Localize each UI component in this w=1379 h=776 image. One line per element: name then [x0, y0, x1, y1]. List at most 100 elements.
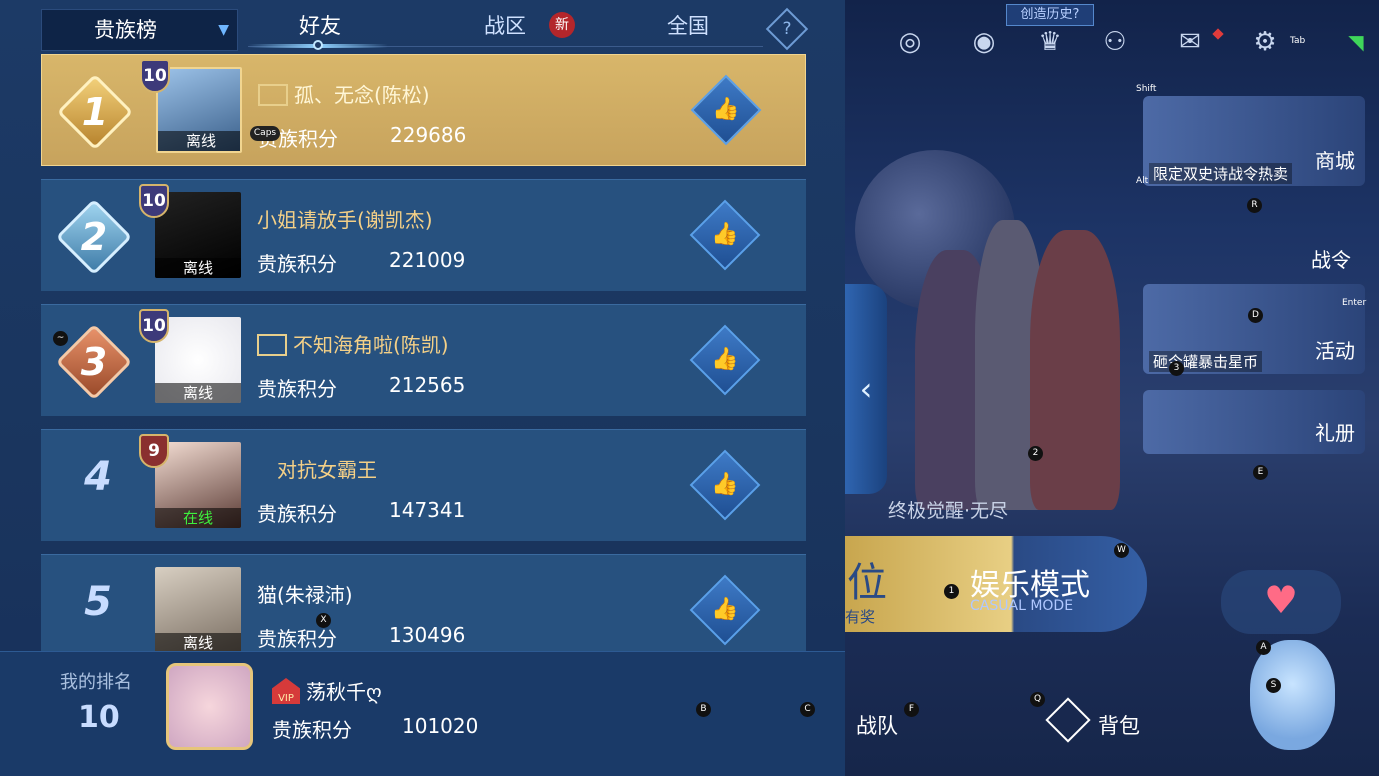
help-icon: ? — [782, 19, 792, 39]
casual-mode-en: CASUAL MODE — [970, 598, 1074, 614]
noble-level-badge: 10 — [133, 182, 175, 224]
team-button[interactable]: 战队 — [856, 710, 898, 740]
my-player-name: 荡秋千ღ — [306, 680, 382, 704]
banner-text: 终极觉醒·无尽 — [888, 500, 1009, 522]
rank-1-badge: 1 — [52, 69, 138, 155]
friends-icon[interactable]: ⚇ — [1095, 22, 1135, 62]
hotkey-hint: X — [316, 613, 331, 628]
hotkey-hint: W — [1114, 543, 1129, 558]
hotkey-hint: Shift — [1136, 84, 1157, 94]
leaderboard-row[interactable]: 5 离线 猫(朱禄沛) 贵族积分 130496 👍 — [41, 554, 806, 666]
noble-level-badge: 10 — [134, 57, 176, 99]
hotkey-hint: C — [800, 702, 815, 717]
event-subtitle: 砸今罐暴击星币 — [1149, 351, 1263, 372]
tab-region[interactable]: 战区 — [465, 10, 545, 40]
score-value: 147341 — [389, 498, 466, 522]
chevron-left-icon: ‹ — [859, 370, 873, 408]
hotkey-hint: S — [1266, 678, 1281, 693]
refresh-icon[interactable]: ◎ — [890, 22, 930, 62]
shop-subtitle: 限定双史诗战令热卖 — [1149, 163, 1293, 184]
my-score-label: 贵族积分 — [272, 718, 352, 742]
score-value: 130496 — [389, 623, 466, 647]
book-card[interactable]: 礼册 — [1143, 390, 1365, 454]
game-screen: 创造历史? ◎ ◉ ♛ ⚇ ✉ ⚙ ◥ 商城 限定双史诗战令热卖 战令 活动 砸… — [0, 0, 1379, 776]
flag-icon — [257, 333, 287, 356]
like-button[interactable]: 👍 — [689, 199, 761, 271]
hotkey-hint: 1 — [944, 584, 959, 599]
collapse-panel-button[interactable]: ‹ — [845, 284, 887, 494]
heart-bubble[interactable]: ♥ — [1221, 570, 1341, 634]
dropdown-label: 贵族榜 — [94, 18, 157, 42]
mascot[interactable] — [1250, 640, 1335, 750]
trophy-icon[interactable]: ♛ — [1030, 22, 1070, 62]
like-button[interactable]: 👍 — [689, 324, 761, 396]
like-icon: 👍 — [711, 597, 739, 622]
player-name: 对抗女霸王 — [277, 458, 377, 482]
shop-card[interactable]: 商城 限定双史诗战令热卖 — [1143, 96, 1365, 186]
heart-icon: ♥ — [1263, 578, 1299, 622]
status-label: 离线 — [158, 131, 240, 151]
vip-icon: VIP — [272, 678, 300, 704]
score-value: 229686 — [390, 123, 467, 147]
eye-icon[interactable]: ◉ — [964, 22, 1004, 62]
hotkey-hint: Alt — [1136, 176, 1149, 186]
hotkey-hint: F — [904, 702, 919, 717]
mail-icon[interactable]: ✉ — [1170, 22, 1210, 62]
rank-number: 5 — [84, 579, 112, 625]
like-icon: 👍 — [711, 472, 739, 497]
my-score-value: 101020 — [402, 714, 479, 738]
player-name: 孤、无念(陈松) — [258, 79, 430, 108]
player-name: 小姐请放手(谢凯杰) — [257, 208, 433, 232]
player-name: 不知海角啦(陈凯) — [257, 329, 449, 358]
like-button[interactable]: 👍 — [689, 574, 761, 646]
like-icon: 👍 — [711, 347, 739, 372]
hotkey-hint: Q — [1030, 692, 1045, 707]
status-label: 离线 — [155, 258, 241, 278]
noble-level-badge: 10 — [133, 307, 175, 349]
status-label: 离线 — [155, 633, 241, 653]
mode-selector[interactable]: 位 有奖 娱乐模式 CASUAL MODE — [845, 536, 1147, 632]
rank-2-badge: 2 — [51, 194, 137, 280]
battle-pass-button[interactable]: 战令 — [1311, 244, 1351, 273]
my-avatar[interactable] — [166, 663, 253, 750]
noble-level-badge: 9 — [133, 432, 175, 474]
status-label: 离线 — [155, 383, 241, 403]
leaderboard-row[interactable]: 2 离线 10 小姐请放手(谢凯杰) 贵族积分 221009 👍 — [41, 179, 806, 291]
hotkey-hint: D — [1248, 308, 1263, 323]
book-label: 礼册 — [1315, 421, 1355, 445]
hotkey-hint: E — [1253, 465, 1268, 480]
hotkey-hint: Enter — [1342, 298, 1367, 308]
tab-national[interactable]: 全国 — [648, 10, 728, 40]
hotkey-hint: ~ — [53, 331, 68, 346]
shop-label: 商城 — [1315, 149, 1355, 173]
like-button[interactable]: 👍 — [689, 449, 761, 521]
flag-icon — [258, 83, 288, 106]
rank-mode-sub: 有奖 — [845, 608, 876, 626]
like-icon: 👍 — [711, 222, 739, 247]
avatar[interactable]: 离线 — [155, 567, 241, 653]
hotkey-hint: Caps — [250, 126, 280, 141]
hero-artwork — [1030, 230, 1120, 510]
my-rank-footer: 我的排名 10 VIP 荡秋千ღ 贵族积分 101020 — [0, 651, 845, 776]
help-button[interactable]: ? — [765, 7, 809, 51]
leaderboard-panel: 贵族榜 ▼ 好友 战区 新 全国 ? 1 离线 10 孤、无念(陈松) 贵族积分 — [0, 0, 845, 776]
like-button[interactable]: 👍 — [690, 74, 762, 146]
leaderboard-row[interactable]: 4 在线 9 对抗女霸王 贵族积分 147341 👍 — [41, 429, 806, 541]
hotkey-hint: A — [1256, 640, 1271, 655]
score-value: 212565 — [389, 373, 466, 397]
bag-button[interactable]: 背包 — [1098, 710, 1140, 740]
like-icon: 👍 — [712, 97, 740, 122]
leaderboard-row[interactable]: 1 离线 10 孤、无念(陈松) 贵族积分 229686 👍 — [41, 54, 806, 166]
leaderboard-type-dropdown[interactable]: 贵族榜 ▼ — [41, 9, 238, 51]
hotkey-hint: Tab — [1290, 36, 1306, 46]
my-rank-number: 10 — [78, 700, 120, 735]
leaderboard-row[interactable]: 3 离线 10 不知海角啦(陈凯) 贵族积分 212565 👍 — [41, 304, 806, 416]
active-tab-dot — [313, 40, 323, 50]
tab-friends[interactable]: 好友 — [280, 10, 360, 40]
wifi-icon: ◥ — [1348, 30, 1364, 54]
score-label: 贵族积分 — [257, 502, 337, 526]
event-label: 活动 — [1315, 339, 1355, 363]
gear-icon[interactable]: ⚙ — [1245, 22, 1285, 62]
hotkey-hint: 2 — [1028, 446, 1043, 461]
score-value: 221009 — [389, 248, 466, 272]
